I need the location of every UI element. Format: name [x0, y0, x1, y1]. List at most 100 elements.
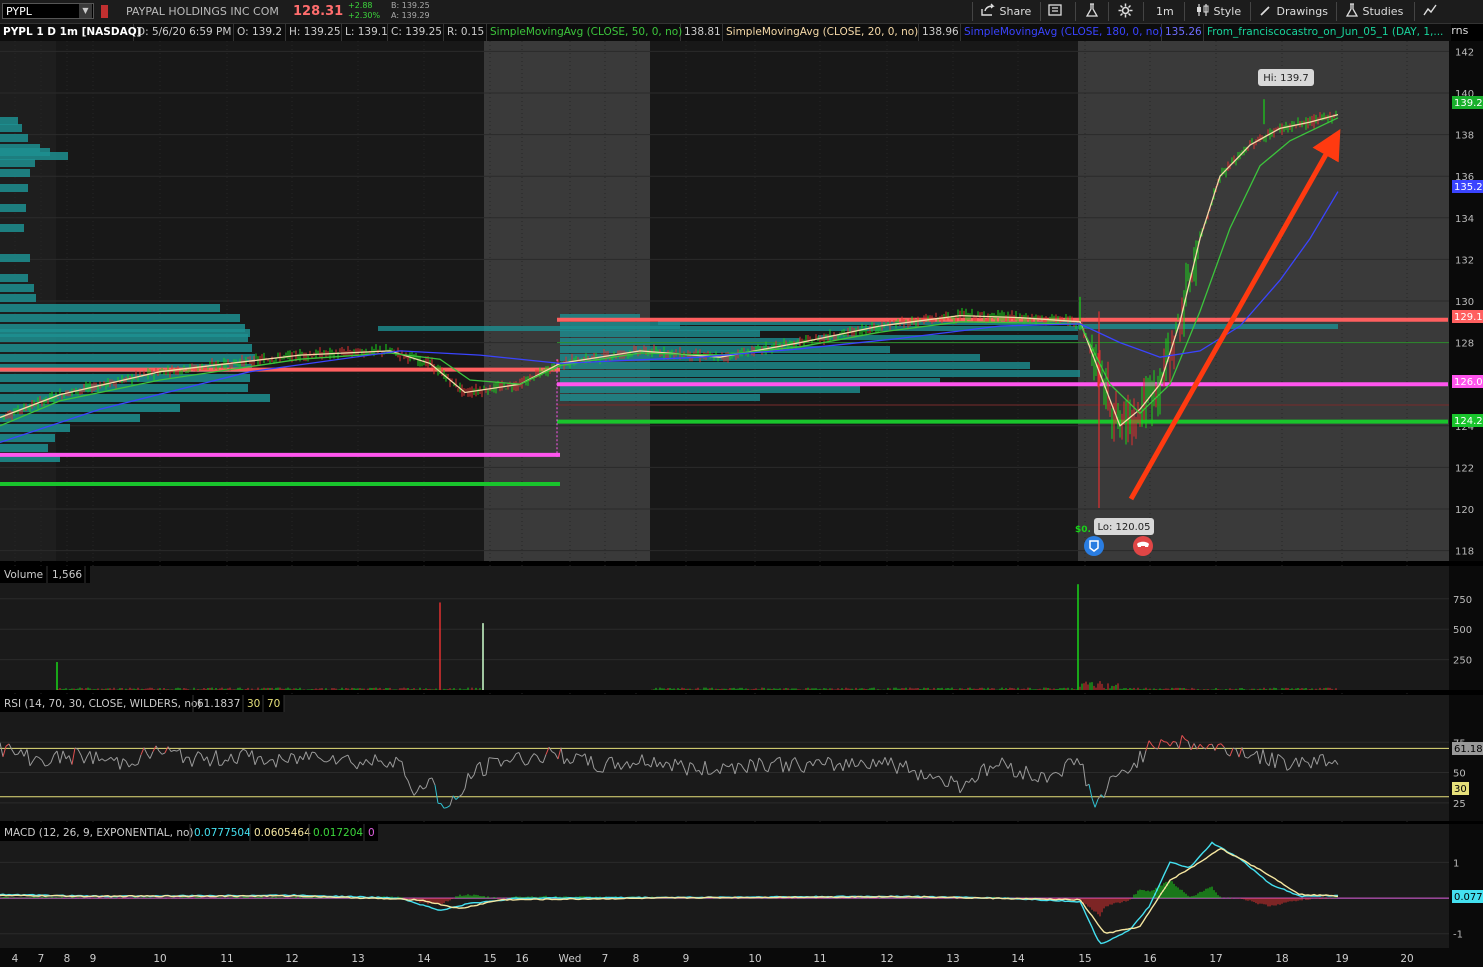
price-tick-label: 118 [1455, 547, 1474, 558]
rsi-segment [1172, 741, 1177, 743]
rsi-segment [1319, 754, 1324, 756]
share-icon [981, 3, 995, 16]
rsi-segment [257, 755, 262, 758]
rsi-segment [269, 759, 274, 761]
rsi-segment [14, 753, 19, 756]
time-tick-label: 7 [38, 953, 45, 965]
volume-profile-bar [560, 394, 760, 401]
rsi-segment [608, 756, 613, 759]
drawings-label: Drawings [1276, 5, 1328, 18]
conference-call-icon[interactable] [1133, 536, 1153, 556]
volume-profile-bar [0, 314, 240, 322]
rsi-oversold: 30 [247, 698, 260, 710]
macd-tick-label: -1 [1453, 930, 1463, 941]
time-tick-label: 15 [483, 953, 496, 965]
volume-panel: Volume 1,566 750 500 250 [0, 566, 1483, 690]
volume-profile-bar [0, 159, 35, 167]
volume-profile-bar [560, 370, 1080, 377]
change-percent: +2.30% [348, 11, 381, 20]
macd-current-label: 0.077 [1454, 892, 1483, 903]
drawings-button[interactable]: Drawings [1259, 2, 1328, 21]
ask-price: A: 139.29 [391, 11, 430, 20]
volume-profile-bar [0, 404, 180, 412]
volume-profile-bar [0, 224, 24, 232]
rsi-segment [821, 763, 826, 766]
time-axis[interactable]: 4 7 8 9 10 11 12 13 14 15 16 Wed 7 8 9 10 11 12 13 14 15 16 17… [0, 948, 1483, 967]
volume-profile-bar [0, 344, 252, 352]
price-tick-label: 130 [1455, 297, 1474, 308]
toolbar-separator [1040, 2, 1041, 21]
volume-profile-bar [1078, 324, 1338, 329]
price-tick-label: 128 [1455, 339, 1474, 350]
rsi-tick-label: 25 [1453, 799, 1466, 810]
volume-value: 1,566 [52, 569, 82, 581]
price-label-135-text: 135.2 [1454, 182, 1483, 193]
time-tick-label: 9 [683, 953, 690, 965]
rsi-current-label: 61.18 [1454, 744, 1483, 755]
rsi-segment [311, 751, 316, 754]
rsi-overbought: 70 [267, 698, 280, 710]
volume-profile-bar [0, 354, 255, 362]
rsi-segment [725, 765, 730, 768]
style-label: Style [1213, 5, 1242, 18]
save-grid-icon [1048, 4, 1062, 16]
toolbar-separator [1184, 2, 1185, 21]
rsi-value: 61.1837 [197, 698, 240, 710]
earnings-icon[interactable] [1084, 536, 1104, 556]
flask-button[interactable] [1085, 2, 1099, 21]
price-axis[interactable]: 142140138136134132130128124122120118 139… [1449, 41, 1483, 561]
patterns-button[interactable]: Patterns [1423, 2, 1483, 37]
time-tick-label: 7 [602, 953, 609, 965]
price-tick-label: 138 [1455, 131, 1474, 142]
patterns-icon [1423, 4, 1437, 16]
rsi-segment [1163, 741, 1168, 743]
top-toolbar: PYPL ▼ PAYPAL HOLDINGS INC COM 128.31 +2… [0, 0, 1483, 37]
volume-profile-bar [0, 434, 55, 442]
link-color-icon[interactable] [101, 5, 108, 18]
volume-label: Volume [4, 569, 43, 581]
chart-canvas[interactable]: Hi: 139.7 Lo: 120.05 $0. 142140138136134… [0, 24, 1483, 967]
volume-profile-bar [0, 124, 22, 132]
save-grid-button[interactable] [1048, 2, 1064, 21]
volume-profile-bar [0, 334, 248, 342]
volume-profile-bar [0, 117, 18, 125]
volume-profile-bar [0, 414, 140, 422]
rsi-segment [443, 806, 448, 809]
lo-label: Lo: 120.05 [1097, 522, 1150, 533]
time-tick-label: 16 [1143, 953, 1157, 965]
style-button[interactable]: Style [1196, 2, 1241, 21]
time-tick-label: 12 [285, 953, 298, 965]
time-tick-label: 10 [748, 953, 761, 965]
rsi-os-label: 30 [1454, 784, 1467, 795]
toolbar-separator [1414, 2, 1415, 21]
time-tick-label: 11 [220, 953, 233, 965]
symbol-dropdown-icon[interactable]: ▼ [79, 4, 92, 18]
volume-profile-bar [0, 304, 220, 312]
toolbar-separator [972, 2, 973, 21]
volume-profile-bar [560, 362, 1030, 369]
time-tick-label: 16 [515, 953, 529, 965]
share-button[interactable]: Share [980, 2, 1031, 21]
rsi-panel: RSI (14, 70, 30, CLOSE, WILDERS, no) 61.… [0, 695, 1483, 821]
volume-profile-bar [0, 169, 30, 177]
volume-tick-label: 500 [1453, 625, 1472, 636]
time-tick-label: 15 [1078, 953, 1091, 965]
time-tick-label: 17 [1209, 953, 1222, 965]
timeframe-button[interactable]: 1m [1156, 2, 1174, 21]
macd-label: MACD (12, 26, 9, EXPONENTIAL, no) [4, 827, 194, 839]
settings-button[interactable] [1118, 2, 1133, 21]
rsi-label: RSI (14, 70, 30, CLOSE, WILDERS, no) [4, 698, 202, 710]
price-label-124-text: 124.2 [1454, 416, 1483, 427]
share-label: Share [999, 5, 1032, 18]
macd-avg-value: 0.0605464 [254, 827, 311, 839]
time-tick-label: 9 [90, 953, 97, 965]
studies-button[interactable]: Studies [1345, 2, 1403, 21]
toolbar-separator [1075, 2, 1076, 21]
toolbar-separator [1108, 2, 1109, 21]
time-tick-label: 14 [1011, 953, 1025, 965]
hi-label: Hi: 139.7 [1263, 73, 1308, 84]
bid-price: B: 139.25 [391, 1, 430, 10]
time-tick-label: 13 [946, 953, 959, 965]
last-price: 128.31 [293, 4, 344, 19]
volume-profile-bar [0, 284, 34, 292]
